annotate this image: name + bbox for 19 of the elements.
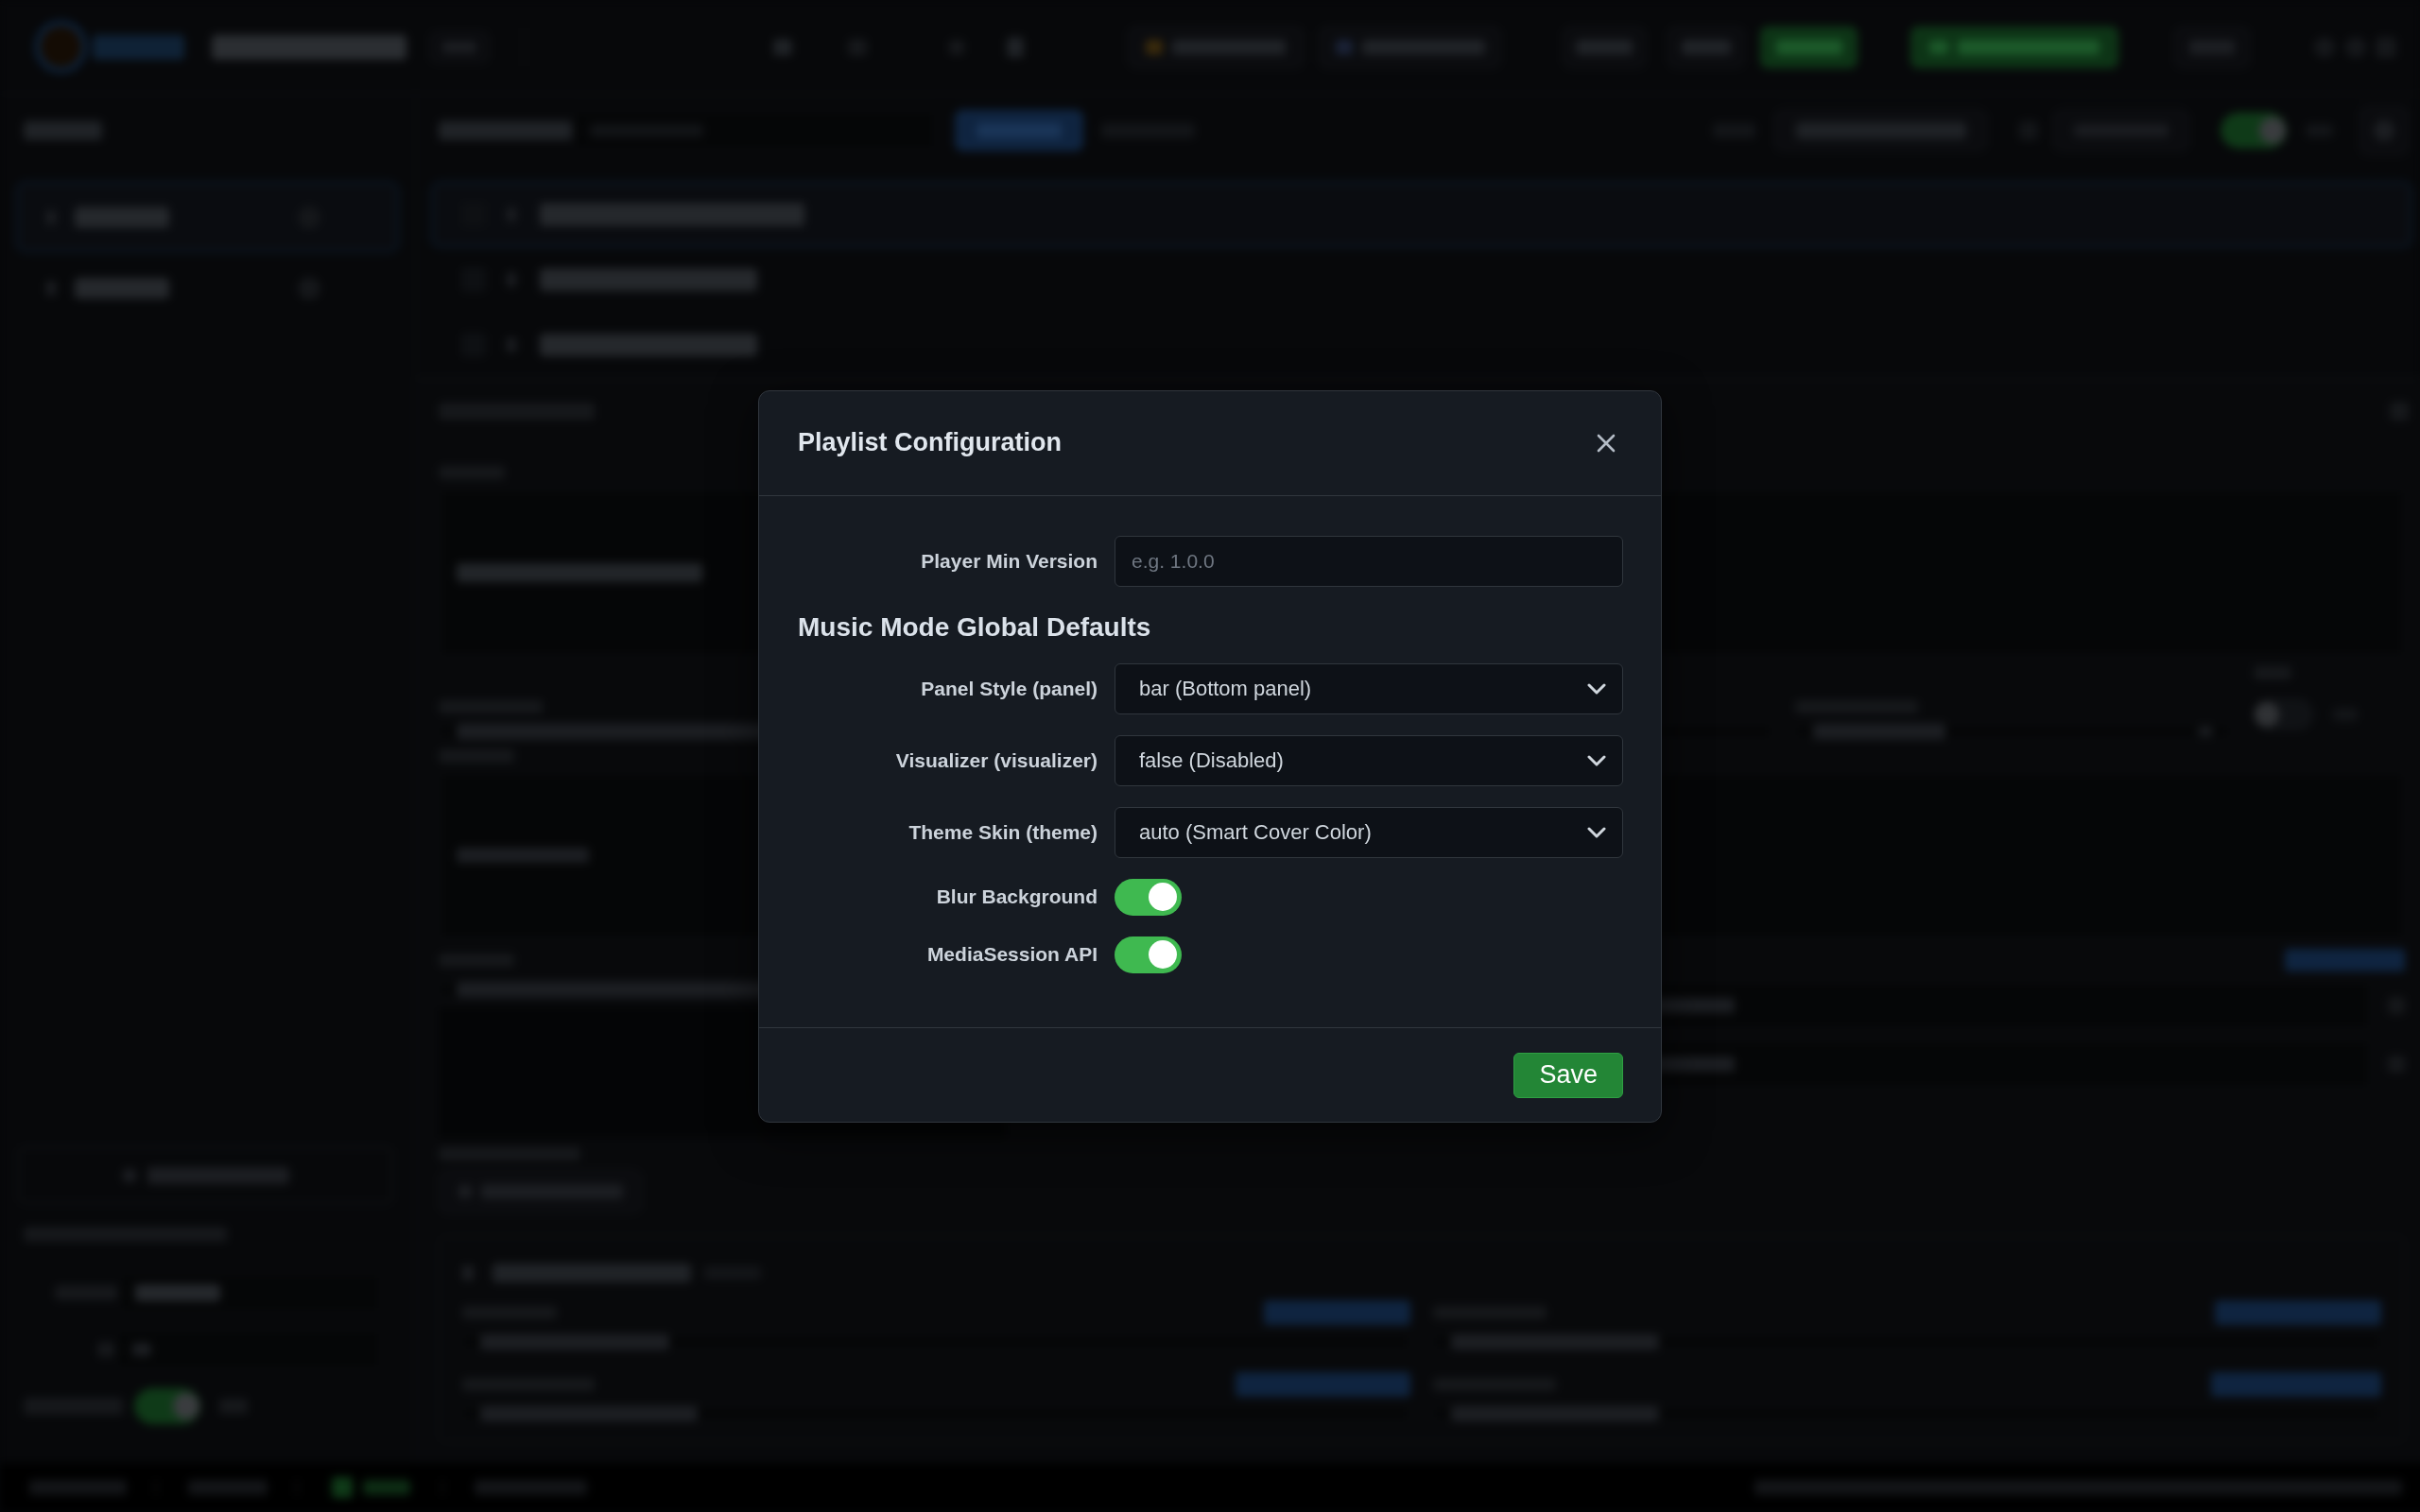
field-label: Blur Background [936,885,1098,908]
chevron-down-icon [1587,754,1606,766]
save-button[interactable]: Save [1513,1052,1623,1098]
version-input[interactable]: e.g. 1.0.0 [1115,535,1623,587]
toggle-switch[interactable] [1115,878,1182,916]
field-label: Theme Skin (theme) [908,820,1098,844]
close-icon[interactable] [1597,433,1616,453]
field-label: Panel Style (panel) [921,677,1098,700]
dialog-title: Playlist Configuration [798,428,1063,457]
section-heading: Music Mode Global Defaults [798,611,1152,643]
chevron-down-icon [1587,826,1606,838]
field-label: Visualizer (visualizer) [895,748,1098,772]
dropdown-select[interactable]: bar (Bottom panel) [1115,662,1623,714]
field-label: MediaSession API [926,943,1098,966]
dropdown-select[interactable]: auto (Smart Cover Color) [1115,806,1623,858]
field-label: Player Min Version [921,549,1098,573]
toggle-switch[interactable] [1115,936,1182,973]
dropdown-select[interactable]: false (Disabled) [1115,734,1623,786]
chevron-down-icon [1587,682,1606,695]
